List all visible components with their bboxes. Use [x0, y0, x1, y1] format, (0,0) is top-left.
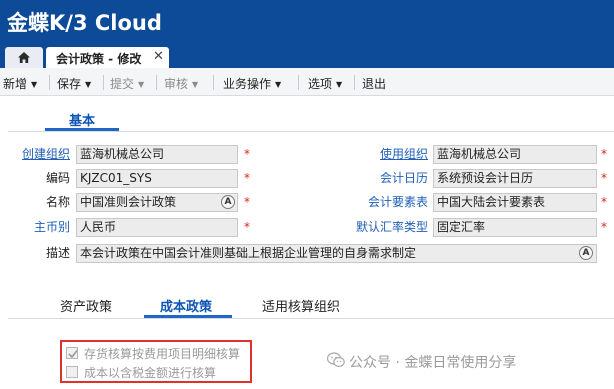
required-marker: * — [244, 195, 250, 209]
required-marker: * — [244, 220, 250, 234]
tab-accounting-policy-edit[interactable]: 会计政策 - 修改 ✕ — [46, 47, 169, 68]
code-label: 编码 — [45, 171, 70, 185]
elements-field[interactable]: 中国大陆会计要素表 — [433, 193, 597, 212]
required-marker: * — [601, 195, 607, 209]
use-org-field[interactable]: 蓝海机械总公司 — [433, 145, 597, 164]
code-field[interactable]: KJZC01_SYS — [76, 169, 238, 188]
toolbar-divider — [156, 75, 157, 90]
inventory-detail-checkbox-label: 存货核算按费用项目明细核算 — [84, 347, 241, 361]
caret-down-icon: ▼ — [85, 80, 92, 89]
close-icon[interactable]: ✕ — [153, 49, 164, 64]
tab-asset-policy[interactable]: 资产政策 — [60, 296, 112, 315]
tab-label: 会计政策 - 修改 — [56, 52, 142, 66]
options-button[interactable]: 选项 ▼ — [308, 75, 342, 92]
required-marker: * — [244, 147, 250, 161]
caret-down-icon: ▼ — [336, 80, 343, 89]
app-header: 金蝶K/3 Cloud — [0, 0, 614, 43]
submit-button[interactable]: 提交 ▼ — [110, 75, 144, 92]
caret-down-icon: ▼ — [275, 80, 282, 89]
required-marker: * — [601, 147, 607, 161]
multilanguage-icon[interactable]: A — [221, 195, 235, 209]
required-marker: * — [244, 171, 250, 185]
calendar-field[interactable]: 系统预设会计日历 — [433, 169, 597, 188]
rate-type-label: 默认汇率类型 — [355, 220, 428, 234]
checkmark-icon — [68, 350, 78, 359]
name-field[interactable]: 中国准则会计政策 — [76, 193, 238, 212]
caret-down-icon: ▼ — [31, 80, 38, 89]
elements-label: 会计要素表 — [367, 195, 428, 209]
caret-down-icon: ▼ — [192, 80, 199, 89]
home-tab[interactable] — [5, 47, 43, 68]
name-label: 名称 — [45, 195, 70, 209]
divider — [8, 318, 614, 319]
toolbar: 新增 ▼ 保存 ▼ 提交 ▼ 审核 ▼ 业务操作 ▼ 选项 ▼ 退出 — [0, 68, 614, 96]
tab-bar: 会计政策 - 修改 ✕ — [0, 43, 614, 68]
description-field[interactable]: 本会计政策在中国会计准则基础上根据企业管理的自身需求制定 — [76, 244, 597, 263]
caret-down-icon: ▼ — [138, 80, 145, 89]
tab-cost-policy[interactable]: 成本政策 — [160, 296, 212, 315]
create-org-field[interactable]: 蓝海机械总公司 — [76, 145, 238, 164]
currency-field[interactable]: 人民币 — [76, 218, 238, 237]
required-marker: * — [601, 220, 607, 234]
create-org-label[interactable]: 创建组织 — [12, 145, 70, 163]
tab-accounting-org[interactable]: 适用核算组织 — [262, 296, 340, 315]
audit-button[interactable]: 审核 ▼ — [164, 75, 198, 92]
rate-type-field[interactable]: 固定汇率 — [433, 218, 597, 237]
app-logo: 金蝶K/3 Cloud — [7, 11, 162, 35]
home-icon — [18, 52, 30, 63]
toolbar-divider — [354, 75, 355, 90]
toolbar-divider — [49, 75, 50, 90]
divider — [8, 131, 614, 132]
watermark: 公众号 · 金蝶日常使用分享 — [349, 355, 517, 371]
calendar-label: 会计日历 — [379, 171, 428, 185]
save-button[interactable]: 保存 ▼ — [57, 75, 91, 92]
toolbar-divider — [298, 75, 299, 90]
currency-label: 主币别 — [33, 220, 70, 234]
use-org-label[interactable]: 使用组织 — [360, 145, 428, 163]
exit-button[interactable]: 退出 — [362, 75, 386, 92]
business-operations-button[interactable]: 业务操作 ▼ — [223, 75, 281, 92]
required-marker: * — [601, 171, 607, 185]
multilanguage-icon[interactable]: A — [579, 246, 593, 260]
toolbar-divider — [213, 75, 214, 90]
inventory-detail-checkbox[interactable] — [66, 347, 78, 359]
tax-inclusive-checkbox-label: 成本以含税金额进行核算 — [84, 366, 217, 380]
description-label: 描述 — [45, 246, 70, 260]
tax-inclusive-checkbox[interactable] — [66, 366, 78, 378]
toolbar-divider — [103, 75, 104, 90]
new-button[interactable]: 新增 ▼ — [3, 75, 37, 92]
wechat-icon — [327, 352, 345, 368]
